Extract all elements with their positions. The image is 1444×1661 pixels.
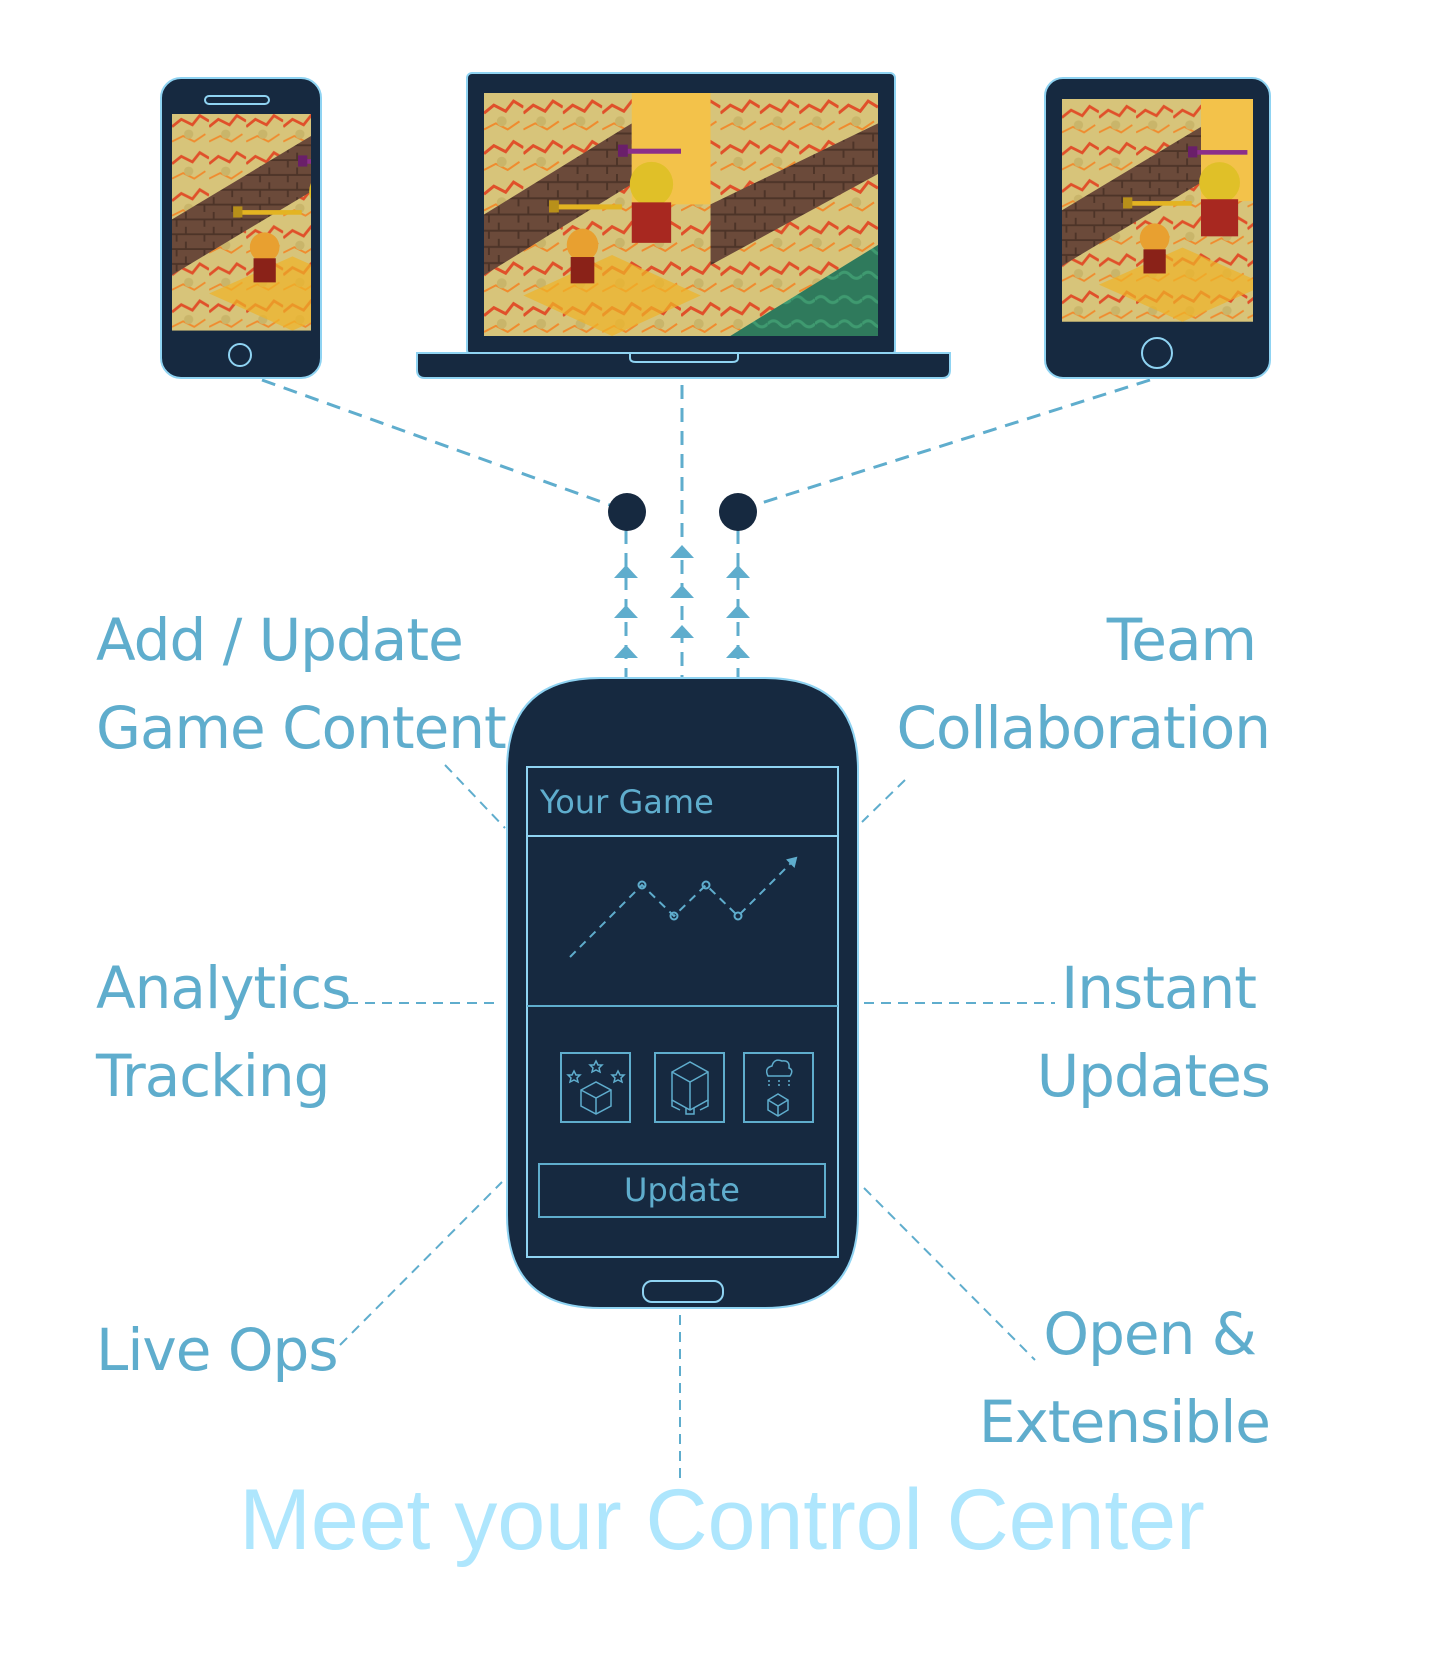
phone-connector [261,378,611,507]
feature-line: Live Ops [96,1316,339,1384]
feature-line: Open & [1043,1300,1257,1368]
feature-line: Tracking [96,1042,330,1110]
left-hub-node [608,493,646,531]
tablet-connector [754,378,1151,507]
arrow-up-icon [670,545,694,558]
live-ops-connector [339,1181,503,1346]
right-hub-node [719,493,757,531]
feature-line: Collaboration [896,694,1271,762]
feature-analytics: Analytics Tracking [96,944,351,1120]
team-connector [861,779,906,823]
arrow-up-icon [726,605,750,618]
add-update-connector [444,764,506,829]
feature-open: Open & Extensible [978,1290,1271,1466]
laptop-base [416,352,951,379]
feature-line: Updates [1036,1042,1271,1110]
arrow-up-icon [726,645,750,658]
feature-add-update: Add / Update Game Content [96,596,507,772]
feature-instant: Instant Updates [1036,944,1271,1120]
feature-line: Add / Update [96,606,464,674]
arrow-up-icon [614,565,638,578]
feature-line: Instant [1061,954,1257,1022]
feature-live-ops: Live Ops [96,1306,339,1394]
feature-team: Team Collaboration [896,596,1271,772]
game-screenshot [484,93,878,336]
update-button-label[interactable]: Update [539,1166,825,1214]
laptop-device [416,72,951,379]
game-screenshot [1062,99,1253,322]
arrow-up-icon [670,625,694,638]
feature-line: Extensible [978,1388,1271,1456]
feature-line: Team [1106,606,1257,674]
arrow-up-icon [726,565,750,578]
arrow-up-icon [614,605,638,618]
arrow-up-icon [670,585,694,598]
arrow-up-icon [614,645,638,658]
headline: Meet your Control Center [239,1472,1205,1568]
feature-line: Analytics [96,954,351,1022]
tablet-device [1044,77,1271,379]
screen-title: Your Game [540,783,714,821]
feature-line: Game Content [96,694,507,762]
